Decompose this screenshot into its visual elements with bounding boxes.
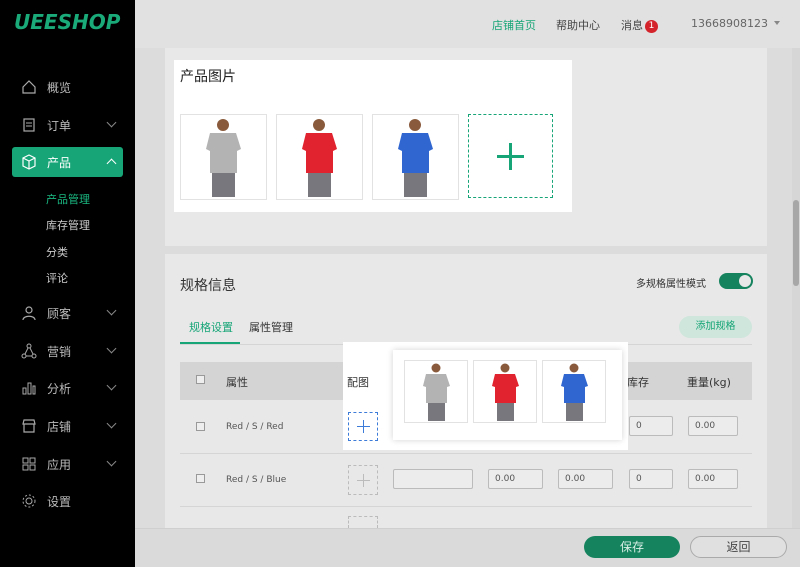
sidebar-item-label: 店铺 — [47, 419, 72, 434]
store-home-link[interactable]: 店铺首页 — [492, 17, 536, 33]
stock-input[interactable]: 0 — [629, 416, 673, 436]
add-image-button[interactable] — [468, 114, 553, 198]
multi-mode-label: 多规格属性模式 — [636, 279, 706, 290]
chevron-down-icon — [106, 418, 117, 429]
add-row-image-button[interactable] — [348, 465, 378, 495]
messages-link[interactable]: 消息 1 — [621, 17, 658, 33]
sidebar-sub-inventory[interactable]: 库存管理 — [46, 217, 90, 233]
shirt-blue-image — [561, 363, 588, 421]
original-price-input[interactable]: 0.00 — [558, 469, 613, 489]
plus-icon-vertical — [363, 474, 364, 487]
product-image-blue[interactable] — [372, 114, 459, 200]
chevron-down-icon — [106, 380, 117, 391]
shirt-red-image — [302, 119, 337, 197]
add-spec-button[interactable]: 添加规格 — [679, 316, 752, 338]
sidebar-sub-product-management[interactable]: 产品管理 — [46, 191, 90, 207]
tab-attribute-management[interactable]: 属性管理 — [249, 319, 293, 335]
chevron-down-icon — [106, 456, 117, 467]
account-menu[interactable]: 13668908123 — [691, 17, 780, 30]
plus-icon-vertical — [363, 420, 364, 433]
shirt-red-image — [492, 363, 519, 421]
logo: UEESHOP — [14, 10, 121, 34]
weight-input[interactable]: 0.00 — [688, 416, 738, 436]
sidebar-item-apps[interactable]: 应用 — [12, 449, 123, 479]
row-image-add-button[interactable] — [348, 412, 378, 441]
sidebar-item-store[interactable]: 店铺 — [12, 411, 123, 441]
sidebar-item-label: 营销 — [47, 344, 72, 359]
toggle-knob — [739, 275, 751, 287]
add-row-image-button[interactable] — [348, 516, 378, 528]
save-button[interactable]: 保存 — [584, 536, 680, 558]
row-divider — [180, 453, 752, 454]
tab-spec-settings[interactable]: 规格设置 — [189, 319, 233, 335]
column-image: 配图 — [347, 376, 369, 389]
sidebar-item-settings[interactable]: 设置 — [12, 486, 123, 516]
sidebar-item-marketing[interactable]: 营销 — [12, 336, 123, 366]
order-icon — [23, 118, 35, 132]
column-stock: 库存 — [627, 376, 649, 389]
sidebar-item-label: 应用 — [47, 457, 72, 472]
product-images-title: 产品图片 — [180, 69, 236, 85]
sidebar-item-label: 顾客 — [47, 306, 72, 321]
plus-icon-vertical — [509, 143, 512, 170]
shirt-blue-image — [398, 119, 433, 197]
row-divider — [180, 506, 752, 507]
active-tab-underline — [180, 342, 240, 344]
sidebar-item-products[interactable]: 产品 — [12, 147, 123, 177]
sidebar-item-customers[interactable]: 顾客 — [12, 298, 123, 328]
box-icon — [22, 154, 36, 170]
price-input[interactable]: 0.00 — [488, 469, 543, 489]
bar-chart-icon — [22, 382, 36, 395]
account-phone: 13668908123 — [691, 17, 768, 30]
sidebar-item-label: 设置 — [47, 494, 72, 509]
product-image-red[interactable] — [276, 114, 363, 200]
row-checkbox[interactable] — [196, 422, 205, 431]
specs-title: 规格信息 — [180, 278, 236, 294]
shirt-gray-image — [423, 363, 450, 421]
row-attribute: Red / S / Red — [226, 422, 284, 432]
sidebar-item-overview[interactable]: 概览 — [12, 72, 123, 102]
help-center-link[interactable]: 帮助中心 — [556, 17, 600, 33]
chevron-down-icon — [106, 305, 117, 316]
sidebar-item-orders[interactable]: 订单 — [12, 110, 123, 140]
picker-image-blue[interactable] — [542, 360, 606, 423]
sku-input[interactable] — [393, 469, 473, 489]
product-image-gray[interactable] — [180, 114, 267, 200]
network-icon — [21, 343, 37, 359]
sidebar-item-label: 订单 — [47, 118, 72, 133]
sidebar-sub-category[interactable]: 分类 — [46, 244, 68, 260]
select-all-checkbox[interactable] — [196, 375, 205, 384]
home-icon — [22, 80, 36, 94]
picker-image-gray[interactable] — [404, 360, 468, 423]
chevron-up-icon — [106, 158, 117, 169]
sidebar-sub-reviews[interactable]: 评论 — [46, 270, 68, 286]
chevron-down-icon — [106, 117, 117, 128]
picker-image-red[interactable] — [473, 360, 537, 423]
stock-input[interactable]: 0 — [629, 469, 673, 489]
weight-input[interactable]: 0.00 — [688, 469, 738, 489]
messages-label: 消息 — [621, 19, 643, 32]
user-icon — [22, 306, 36, 321]
column-weight: 重量(kg) — [687, 376, 731, 389]
sidebar-item-label: 产品 — [47, 155, 72, 170]
sidebar-item-label: 分析 — [47, 381, 72, 396]
scrollbar-track[interactable] — [792, 48, 800, 567]
shirt-gray-image — [206, 119, 241, 197]
sidebar-item-label: 概览 — [47, 80, 72, 95]
row-attribute: Red / S / Blue — [226, 475, 287, 485]
apps-icon — [22, 457, 36, 471]
scrollbar-thumb[interactable] — [793, 200, 799, 286]
column-attribute: 属性 — [226, 376, 248, 389]
gear-icon — [22, 494, 36, 508]
sidebar-item-analytics[interactable]: 分析 — [12, 373, 123, 403]
message-count-badge: 1 — [645, 20, 658, 33]
caret-down-icon — [773, 21, 780, 25]
chevron-down-icon — [106, 343, 117, 354]
row-checkbox[interactable] — [196, 474, 205, 483]
store-icon — [22, 419, 36, 433]
back-button[interactable]: 返回 — [690, 536, 787, 558]
